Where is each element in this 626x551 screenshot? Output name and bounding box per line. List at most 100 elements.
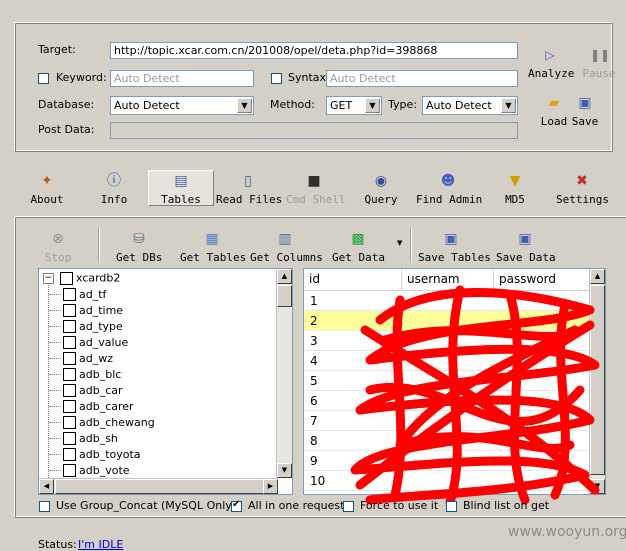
tree-item-checkbox[interactable] <box>63 287 76 301</box>
tree-item-checkbox[interactable] <box>63 367 76 381</box>
terminal-icon: ■ <box>307 173 321 189</box>
tree-item-checkbox[interactable] <box>63 383 76 397</box>
group-concat-checkbox[interactable] <box>39 501 50 512</box>
keyword-checkbox[interactable] <box>38 73 49 84</box>
folder-open-icon: ▰ <box>548 95 560 111</box>
find-admin-tab[interactable]: ☻ Find Admin <box>416 172 482 206</box>
scroll-thumb[interactable] <box>277 285 292 307</box>
column-header-username[interactable]: usernam <box>402 269 494 291</box>
data-grid[interactable]: id usernam password 1 2 3 4 5 6 7 8 9 10 11 ▲ ▼ <box>303 268 606 495</box>
save-data-button[interactable]: ▣ Save Data <box>496 230 556 264</box>
collapse-icon[interactable]: − <box>43 272 54 284</box>
tree-item[interactable]: ad_tf <box>49 287 106 303</box>
get-columns-button[interactable]: ▥ Get Columns <box>250 230 323 264</box>
table-row[interactable]: 10 <box>304 471 591 491</box>
get-tables-button[interactable]: ▦ Get Tables <box>180 230 246 264</box>
tree-item-checkbox[interactable] <box>63 303 76 317</box>
load-button[interactable]: ▰ Load <box>540 94 568 128</box>
syntax-checkbox[interactable] <box>271 73 282 84</box>
tree-item-checkbox[interactable] <box>63 335 76 349</box>
table-row[interactable]: 8 <box>304 431 591 451</box>
scroll-up-icon[interactable]: ▲ <box>277 269 292 284</box>
table-row[interactable]: 3 <box>304 331 591 351</box>
get-data-button[interactable]: ▩ Get Data <box>332 230 385 264</box>
scroll-up-icon[interactable]: ▲ <box>590 269 605 284</box>
tree-item[interactable]: adb_blc <box>49 367 121 383</box>
tree-item[interactable]: ad_wz <box>49 351 113 367</box>
database-select[interactable]: Auto Detect ▼ <box>110 96 254 115</box>
syntax-input[interactable]: Auto Detect <box>326 70 518 87</box>
scroll-down-icon[interactable]: ▼ <box>590 479 605 494</box>
tree-item[interactable]: ad_type <box>49 319 123 335</box>
tree-item[interactable]: ad_value <box>49 335 128 351</box>
read-files-tab[interactable]: ▯ Read Files <box>216 172 282 206</box>
type-select[interactable]: Auto Detect ▼ <box>422 96 518 115</box>
tree-item[interactable]: ad_time <box>49 303 123 319</box>
tree-item-checkbox[interactable] <box>63 415 76 429</box>
scroll-thumb[interactable] <box>590 285 605 475</box>
table-row[interactable]: 9 <box>304 451 591 471</box>
query-tab[interactable]: ◉ Query <box>364 172 398 206</box>
tree-item-checkbox[interactable] <box>63 399 76 413</box>
tables-tree[interactable]: − xcardb2 ad_tf ad_time ad_type ad_value ad_… <box>38 268 293 495</box>
tree-item[interactable]: adb_carer <box>49 399 134 415</box>
grid-vscrollbar[interactable]: ▲ ▼ <box>589 269 605 494</box>
tree-root[interactable]: − xcardb2 <box>43 271 120 287</box>
tree-item-checkbox[interactable] <box>63 319 76 333</box>
cell-id: 5 <box>310 374 318 388</box>
tree-item-checkbox[interactable] <box>63 447 76 461</box>
tree-item-checkbox[interactable] <box>63 431 76 445</box>
analyze-button[interactable]: ▷ Analyze <box>528 46 574 80</box>
tree-item[interactable]: adb_sh <box>49 431 118 447</box>
table-row[interactable]: 6 <box>304 391 591 411</box>
cell-id: 10 <box>310 474 326 488</box>
chevron-down-icon[interactable]: ▼ <box>365 98 380 113</box>
tree-item-label: adb_sh <box>79 431 118 445</box>
pause-button[interactable]: ❚❚ Pause <box>580 46 618 80</box>
chevron-down-icon[interactable]: ▼ <box>237 98 252 113</box>
all-in-one-checkbox[interactable] <box>231 499 242 512</box>
force-checkbox[interactable] <box>343 501 354 512</box>
tree-branch-line <box>49 341 61 343</box>
table-row[interactable]: 2 <box>304 311 591 331</box>
postdata-label: Post Data: <box>38 123 95 136</box>
get-data-dropdown-icon[interactable]: ▼ <box>397 239 402 247</box>
save-button[interactable]: ▣ Save <box>570 94 600 128</box>
table-row[interactable]: 1 <box>304 291 591 311</box>
target-input[interactable]: http://topic.xcar.com.cn/201008/opel/det… <box>110 42 518 59</box>
cmd-shell-tab[interactable]: ■ Cmd Shell <box>286 172 346 206</box>
md5-tab[interactable]: ▼ MD5 <box>502 172 528 206</box>
tree-item[interactable]: adb_toyota <box>49 447 141 463</box>
table-row[interactable]: 4 <box>304 351 591 371</box>
tree-item[interactable]: adb_vote <box>49 463 130 479</box>
stop-button[interactable]: ⊗ Stop <box>42 230 74 264</box>
chevron-down-icon[interactable]: ▼ <box>501 98 516 113</box>
get-dbs-button[interactable]: ⛁ Get DBs <box>116 230 162 264</box>
postdata-input[interactable] <box>110 122 518 139</box>
column-header-password[interactable]: password <box>494 269 591 291</box>
tree-item[interactable]: adb_chewang <box>49 415 155 431</box>
save-tables-button[interactable]: ▣ Save Tables <box>418 230 491 264</box>
table-row[interactable]: 11 <box>304 491 591 495</box>
tree-root-checkbox[interactable] <box>59 271 73 285</box>
table-row[interactable]: 7 <box>304 411 591 431</box>
tree-vscrollbar[interactable]: ▲ ▼ <box>276 269 292 478</box>
about-tab[interactable]: ✦ About <box>28 172 66 206</box>
info-tab[interactable]: ⓘ Info <box>98 172 130 206</box>
scroll-left-icon[interactable]: ◀ <box>39 479 54 494</box>
column-header-id[interactable]: id <box>304 269 402 291</box>
tables-tab[interactable]: ▤ Tables <box>148 170 214 206</box>
blind-list-checkbox[interactable] <box>446 501 457 512</box>
tree-item[interactable]: adb_car <box>49 383 123 399</box>
cell-id: 11 <box>310 494 325 495</box>
tree-item-checkbox[interactable] <box>63 463 76 477</box>
method-select[interactable]: GET ▼ <box>326 96 382 115</box>
scroll-right-icon[interactable]: ▶ <box>263 479 278 494</box>
tree-hscrollbar[interactable]: ◀ ▶ <box>39 478 278 494</box>
tree-item-checkbox[interactable] <box>63 351 76 365</box>
scroll-thumb-h[interactable] <box>55 479 265 494</box>
table-row[interactable]: 5 <box>304 371 591 391</box>
scroll-down-icon[interactable]: ▼ <box>277 463 292 478</box>
keyword-input[interactable]: Auto Detect <box>110 70 254 87</box>
settings-tab[interactable]: ✖ Settings <box>556 172 609 206</box>
